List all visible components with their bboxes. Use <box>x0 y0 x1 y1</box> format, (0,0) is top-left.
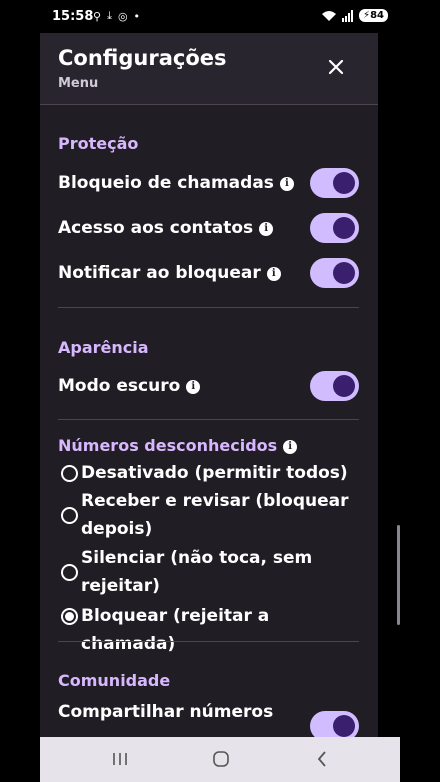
toggle-knob <box>333 715 355 737</box>
toggle-knob <box>333 217 355 239</box>
header-divider <box>40 104 378 105</box>
radio-block[interactable] <box>61 608 78 625</box>
toggle-share-numbers[interactable] <box>310 711 359 737</box>
radio-label-receive-review[interactable]: Receber e revisar (bloquear depois) <box>81 487 361 543</box>
toggle-knob <box>333 375 355 397</box>
section-title-appearance: Aparência <box>58 338 149 357</box>
section-title-unknown-numbers: Números desconhecidos i <box>58 436 298 455</box>
close-icon[interactable] <box>324 55 348 79</box>
setting-label-text: Bloqueio de chamadas <box>58 173 274 193</box>
toggle-knob <box>333 172 355 194</box>
toggle-knob <box>333 262 355 284</box>
wifi-icon <box>322 10 337 21</box>
radio-label-silence[interactable]: Silenciar (não toca, sem rejeitar) <box>81 544 361 600</box>
page-subtitle: Menu <box>58 76 99 91</box>
section-title-community: Comunidade <box>58 671 171 690</box>
back-icon <box>317 751 326 767</box>
setting-label-text: Acesso aos contatos <box>58 218 254 238</box>
battery-indicator: ⚡84 <box>359 9 388 22</box>
system-icons: ⚡84 <box>321 9 388 22</box>
navigation-bar <box>40 737 400 782</box>
radio-disabled[interactable] <box>61 465 78 482</box>
back-button[interactable] <box>307 747 337 771</box>
radio-label-disabled[interactable]: Desativado (permitir todos) <box>81 459 361 487</box>
background-left <box>0 33 40 782</box>
more-notifications-dot-icon: • <box>133 9 141 23</box>
sheet-header: Configurações Menu <box>40 33 378 104</box>
setting-label-share-numbers: Compartilhar números <box>58 702 274 722</box>
section-divider <box>58 419 359 420</box>
radio-label-block[interactable]: Bloquear (rejeitar a chamada) <box>81 602 361 658</box>
signal-icon <box>342 9 354 22</box>
info-icon[interactable]: i <box>186 380 201 394</box>
radio-silence[interactable] <box>61 564 78 581</box>
recent-apps-icon <box>113 753 127 765</box>
info-icon[interactable]: i <box>283 440 298 454</box>
info-icon[interactable]: i <box>279 177 294 191</box>
toggle-notify-on-block[interactable] <box>310 258 359 288</box>
section-divider <box>58 307 359 308</box>
toggle-call-blocking[interactable] <box>310 168 359 198</box>
status-bar: 15:58 ⚲ ⤓ ◎ • ⚡84 <box>0 0 440 33</box>
setting-label-contacts-access: Acesso aos contatos i <box>58 218 274 238</box>
scrollbar[interactable] <box>397 525 400 625</box>
recent-apps-button[interactable] <box>105 747 135 771</box>
usb-icon: ⚲ <box>93 9 102 23</box>
page-title: Configurações <box>58 46 227 70</box>
battery-level: 84 <box>370 10 384 21</box>
setting-label-dark-mode: Modo escuro i <box>58 376 201 396</box>
status-time: 15:58 <box>52 9 94 24</box>
radio-receive-review[interactable] <box>61 507 78 524</box>
setting-label-text: Modo escuro <box>58 376 181 396</box>
info-icon[interactable]: i <box>266 267 281 281</box>
instagram-icon: ◎ <box>117 9 128 23</box>
setting-label-text: Notificar ao bloquear <box>58 263 261 283</box>
setting-label-notify-on-block: Notificar ao bloquear i <box>58 263 281 283</box>
section-title-text: Números desconhecidos <box>58 436 278 455</box>
info-icon[interactable]: i <box>259 222 274 236</box>
section-title-protection: Proteção <box>58 134 139 153</box>
notification-icons: ⚲ ⤓ ◎ • <box>93 9 140 23</box>
settings-sheet: Configurações Menu Proteção Bloqueio de … <box>40 33 378 737</box>
setting-label-call-blocking: Bloqueio de chamadas i <box>58 173 294 193</box>
home-button[interactable] <box>206 747 236 771</box>
toggle-dark-mode[interactable] <box>310 371 359 401</box>
home-icon <box>213 751 229 767</box>
toggle-contacts-access[interactable] <box>310 213 359 243</box>
background-right <box>378 33 440 737</box>
section-divider <box>58 641 359 642</box>
download-done-icon: ⤓ <box>107 9 112 22</box>
